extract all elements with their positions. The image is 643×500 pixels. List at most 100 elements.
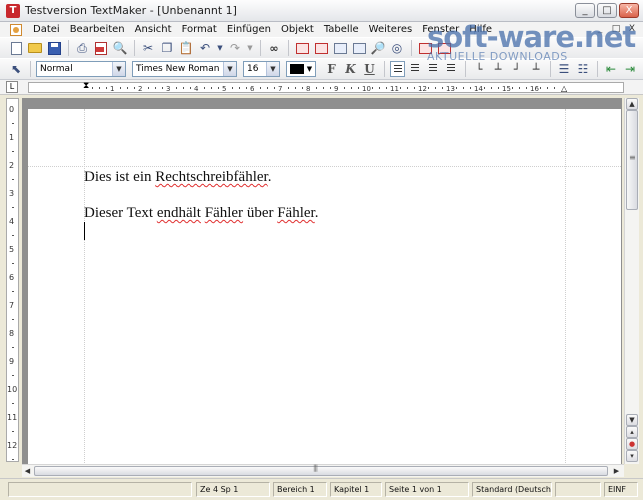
- font-family-select[interactable]: Times New Roman ▼: [132, 61, 237, 77]
- tab-center-button[interactable]: ┴: [490, 61, 506, 77]
- redo-button[interactable]: ↷: [227, 40, 243, 56]
- increase-indent-button[interactable]: ⇥: [622, 61, 638, 77]
- insert-table-button[interactable]: [332, 40, 348, 56]
- text-color-picker[interactable]: ▼: [286, 61, 316, 77]
- export-pdf-button[interactable]: [93, 40, 109, 56]
- scroll-up-button[interactable]: ▲: [626, 98, 638, 110]
- horizontal-scroll-thumb[interactable]: [34, 464, 608, 476]
- scroll-right-button[interactable]: ▶: [611, 466, 622, 476]
- new-document-button[interactable]: [8, 40, 24, 56]
- vertical-scroll-thumb[interactable]: [626, 110, 638, 210]
- insert-frame-button[interactable]: [294, 40, 310, 56]
- insert-field-button[interactable]: [313, 40, 329, 56]
- right-indent-marker[interactable]: △: [561, 84, 567, 93]
- horizontal-ruler[interactable]: ⧗ △ 1 2 3 4 5 6 7 8 9 10 11 12 13 14 15 16: [28, 81, 624, 93]
- status-mode[interactable]: EINF: [604, 482, 638, 497]
- menu-weiteres[interactable]: Weiteres: [364, 24, 418, 35]
- decrease-indent-button[interactable]: ⇤: [603, 61, 619, 77]
- vertical-ruler[interactable]: 0 1 2 3 4 5 6 7 8 9 10 11 12: [6, 98, 19, 462]
- bullets-button[interactable]: ☷: [575, 61, 591, 77]
- document-icon[interactable]: [10, 23, 22, 36]
- bold-button[interactable]: F: [324, 61, 339, 77]
- doc-minimize-button[interactable]: _: [593, 23, 607, 35]
- redo-dropdown[interactable]: ▼: [246, 40, 254, 56]
- insert-grid-button[interactable]: [351, 40, 367, 56]
- horizontal-scrollbar[interactable]: ◀ ▶: [22, 464, 624, 477]
- menu-tabelle[interactable]: Tabelle: [319, 24, 364, 35]
- ruler-minor-tick: [155, 87, 156, 89]
- vertical-scrollbar[interactable]: ▲ ▼ ▴ ● ▾: [624, 98, 639, 464]
- zoom-button[interactable]: 🔎: [370, 40, 386, 56]
- copy-button[interactable]: ❐: [159, 40, 175, 56]
- menu-bearbeiten[interactable]: Bearbeiten: [65, 24, 130, 35]
- menu-einfuegen[interactable]: Einfügen: [222, 24, 276, 35]
- underline-button[interactable]: U: [362, 61, 377, 77]
- align-center-button[interactable]: [408, 61, 423, 77]
- menu-hilfe[interactable]: Hilfe: [464, 24, 497, 35]
- menu-datei[interactable]: Datei: [28, 24, 65, 35]
- undo-dropdown[interactable]: ▼: [216, 40, 224, 56]
- print-button[interactable]: ⎙: [74, 40, 90, 56]
- scroll-left-button[interactable]: ◀: [22, 466, 33, 476]
- paragraph-1[interactable]: Dies ist ein Rechtschreibfähler.: [84, 169, 271, 186]
- ruler-minor-tick: [162, 87, 163, 89]
- ruler-minor-tick: [323, 87, 324, 89]
- ruler-tick-label: 0: [9, 105, 15, 114]
- menu-objekt[interactable]: Objekt: [276, 24, 319, 35]
- close-button[interactable]: X: [619, 3, 639, 18]
- ruler-minor-tick: [12, 123, 14, 124]
- minimize-button[interactable]: _: [575, 3, 595, 18]
- ruler-minor-tick: [330, 87, 331, 89]
- text-art-button[interactable]: [417, 40, 433, 56]
- doc-close-button[interactable]: X: [625, 23, 639, 35]
- misspelled-word[interactable]: endhält: [157, 205, 201, 221]
- misspelled-word[interactable]: Rechtschreibfähler: [155, 169, 267, 185]
- paragraph-style-select[interactable]: Normal ▼: [36, 61, 126, 77]
- scroll-down-button[interactable]: ▼: [626, 414, 638, 426]
- align-left-button[interactable]: [390, 61, 405, 77]
- previous-page-button[interactable]: ▴: [626, 426, 638, 438]
- ruler-minor-tick: [190, 87, 191, 89]
- print-preview-button[interactable]: 🔍: [112, 40, 128, 56]
- tab-right-button[interactable]: ┘: [509, 61, 525, 77]
- tab-type-selector[interactable]: L: [6, 81, 18, 93]
- tab-decimal-button[interactable]: ┴: [528, 61, 544, 77]
- align-justify-button[interactable]: [444, 61, 459, 77]
- select-mode-button[interactable]: ⬉: [8, 61, 24, 77]
- misspelled-word[interactable]: Fähler: [205, 205, 243, 221]
- status-language[interactable]: Standard (Deutsch: [472, 482, 552, 497]
- open-button[interactable]: [27, 40, 43, 56]
- ruler-tick-label: 8: [306, 85, 311, 93]
- next-page-button[interactable]: ▾: [626, 450, 638, 462]
- italic-button[interactable]: K: [343, 61, 358, 77]
- doc-restore-button[interactable]: □: [609, 23, 623, 35]
- menu-format[interactable]: Format: [177, 24, 222, 35]
- spellcheck-button[interactable]: ◎: [389, 40, 405, 56]
- insert-object-button[interactable]: [436, 40, 452, 56]
- undo-button[interactable]: ↶: [197, 40, 213, 56]
- ruler-minor-tick: [484, 87, 485, 89]
- ruler-minor-tick: [239, 87, 240, 89]
- ruler-minor-tick: [12, 291, 14, 292]
- maximize-button[interactable]: □: [597, 3, 617, 18]
- tab-right-icon: ┘: [513, 62, 521, 76]
- ruler-minor-tick: [134, 87, 135, 89]
- ruler-tick-label: 6: [9, 273, 15, 282]
- menu-ansicht[interactable]: Ansicht: [130, 24, 177, 35]
- cut-button[interactable]: ✂: [140, 40, 156, 56]
- first-line-indent-marker[interactable]: ⧗: [83, 81, 89, 91]
- align-right-button[interactable]: [426, 61, 441, 77]
- document-page[interactable]: [28, 109, 621, 465]
- tab-left-button[interactable]: └: [471, 61, 487, 77]
- font-size-select[interactable]: 16 ▼: [243, 61, 280, 77]
- menu-fenster[interactable]: Fenster: [417, 24, 464, 35]
- find-button[interactable]: ∞: [266, 40, 282, 56]
- save-button[interactable]: [46, 40, 62, 56]
- paste-button[interactable]: 📋: [178, 40, 194, 56]
- ruler-tick-label: 9: [9, 357, 15, 366]
- misspelled-word[interactable]: Fähler: [277, 205, 315, 221]
- paragraph-2[interactable]: Dieser Text endhält Fähler über Fähler.: [84, 205, 318, 222]
- browse-object-button[interactable]: ●: [626, 438, 638, 450]
- ruler-minor-tick: [428, 87, 429, 89]
- numbering-button[interactable]: ☰: [556, 61, 572, 77]
